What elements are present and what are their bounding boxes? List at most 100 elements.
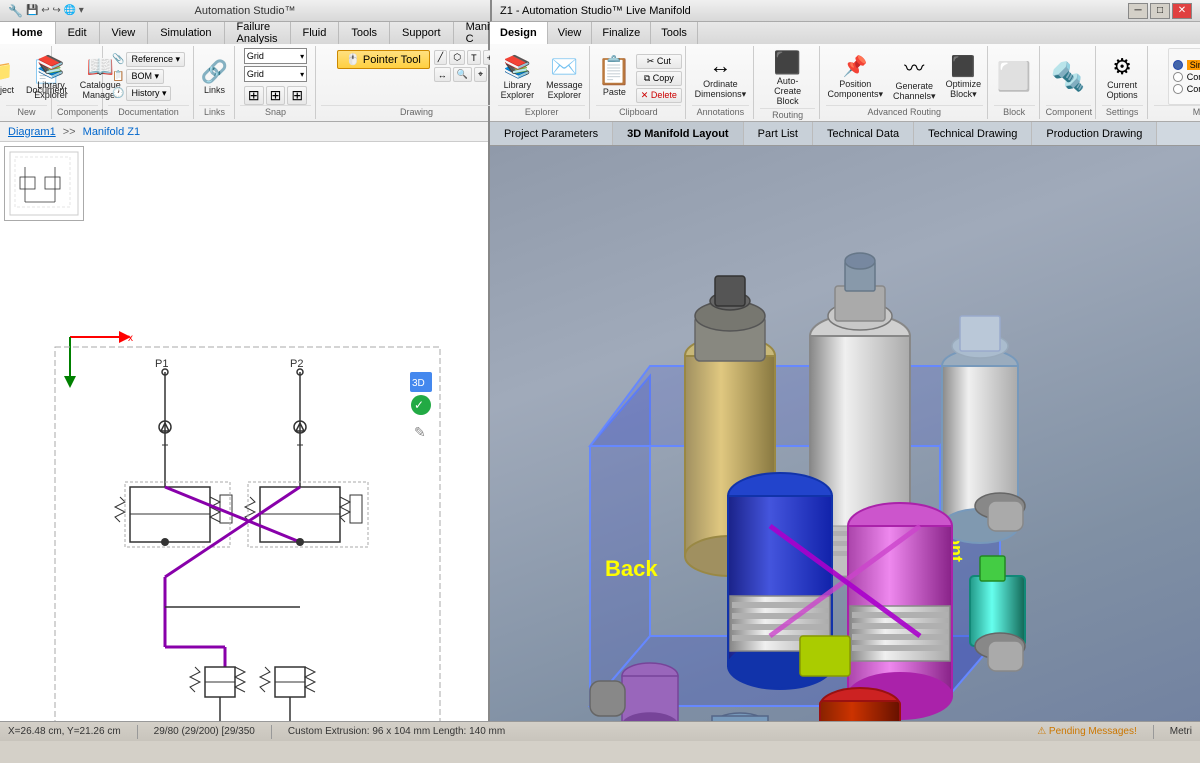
btn-draw1[interactable]: ╱: [434, 50, 447, 65]
breadcrumb: Diagram1 >> Manifold Z1: [0, 122, 488, 142]
tab-tools-right[interactable]: Tools: [651, 22, 698, 44]
right-subtabs[interactable]: Project Parameters 3D Manifold Layout Pa…: [490, 122, 1200, 146]
subtab-part-list[interactable]: Part List: [744, 122, 813, 145]
right-ribbon-tabs[interactable]: Design View Finalize Tools: [490, 22, 1200, 44]
status-sep2: [271, 725, 272, 739]
window-controls[interactable]: ─ □ ✕: [1128, 3, 1192, 19]
maximize-button[interactable]: □: [1150, 3, 1170, 19]
tab-simulation[interactable]: Simulation: [148, 22, 224, 44]
group-movement-type: Single (Default) Combined Combined - Tan…: [1150, 46, 1200, 119]
btn-project[interactable]: 📁 Project: [0, 57, 18, 97]
btn-position-components[interactable]: 📌 PositionComponents▾: [823, 52, 887, 102]
btn-links[interactable]: 🔗 Links: [197, 57, 233, 97]
bom-icon: 📋: [112, 71, 124, 82]
doc-row1: 📎 Reference ▾: [112, 52, 185, 67]
combo-arrow2: ▾: [300, 70, 304, 79]
history-icon: 🕐: [112, 88, 124, 99]
movement-tangential-label: Combined - Tangential: [1187, 84, 1200, 94]
group-explorer: 📚 LibraryExplorer ✉️ MessageExplorer Exp…: [494, 46, 590, 119]
btn-current-options[interactable]: ⚙ CurrentOptions: [1103, 52, 1142, 102]
radio-combined: [1173, 72, 1183, 82]
tab-support[interactable]: Support: [390, 22, 454, 44]
btn-ordinate-dim[interactable]: ↔ OrdinateDimensions▾: [691, 51, 751, 102]
right-panel: Design View Finalize Tools 📚 LibraryExpl…: [490, 22, 1200, 721]
schematic-canvas[interactable]: x P1 P2: [0, 142, 488, 721]
tab-edit[interactable]: Edit: [56, 22, 100, 44]
tab-failure-analysis[interactable]: Failure Analysis: [225, 22, 291, 44]
channels-icon: 〰: [904, 52, 924, 81]
btn-snap2[interactable]: ⊞: [266, 86, 286, 105]
btn-auto-create-block[interactable]: ⬛ Auto-CreateBlock: [760, 48, 815, 108]
quick-access-icon: 🔧: [8, 4, 23, 18]
btn-delete[interactable]: ✕ Delete: [636, 88, 682, 103]
tab-design[interactable]: Design: [490, 22, 548, 44]
project-icon: 📁: [0, 59, 14, 85]
subtab-project-params[interactable]: Project Parameters: [490, 122, 613, 145]
btn-snap3[interactable]: ⊞: [287, 86, 307, 105]
btn-draw2[interactable]: ⬡: [449, 50, 465, 65]
subtab-technical-data[interactable]: Technical Data: [813, 122, 914, 145]
btn-bom[interactable]: BOM ▾: [126, 69, 164, 84]
btn-lib-explorer-right[interactable]: 📚 LibraryExplorer: [497, 52, 539, 102]
group-drawing: 🖱️ Pointer Tool ╱ ⬡ T + ↔ 🔍: [317, 46, 517, 119]
paste-icon: 📋: [597, 54, 632, 87]
btn-draw6[interactable]: 🔍: [453, 67, 472, 82]
btn-copy[interactable]: ⧉ Copy: [636, 71, 682, 86]
svg-text:x: x: [128, 333, 133, 344]
svg-text:✎: ✎: [414, 424, 426, 440]
settings-icon: ⚙: [1112, 54, 1132, 80]
snap-grid-combo1[interactable]: Grid ▾: [244, 48, 307, 64]
btn-snap1[interactable]: ⊞: [244, 86, 264, 105]
movement-combined-tangential[interactable]: Combined - Tangential: [1173, 84, 1200, 94]
combo-arrow1: ▾: [300, 52, 304, 61]
movement-single[interactable]: Single (Default): [1173, 60, 1200, 70]
btn-draw7[interactable]: ⌖: [474, 67, 487, 82]
tab-tools-left[interactable]: Tools: [339, 22, 390, 44]
back-label: Back: [605, 556, 658, 581]
left-ribbon-tabs[interactable]: Home Edit View Simulation Failure Analys…: [0, 22, 488, 44]
btn-generate-channels[interactable]: 〰 GenerateChannels▾: [889, 50, 940, 104]
main-schematic-svg: x P1 P2: [0, 227, 488, 721]
lib-explorer-icon: 📚: [504, 54, 531, 80]
breadcrumb-diagram1[interactable]: Diagram1: [8, 126, 56, 138]
tab-fluid[interactable]: Fluid: [291, 22, 340, 44]
tab-home[interactable]: Home: [0, 22, 56, 44]
btn-reference[interactable]: Reference ▾: [126, 52, 185, 67]
tab-view[interactable]: View: [100, 22, 149, 44]
snap-grid-combo2[interactable]: Grid ▾: [244, 66, 307, 82]
btn-cut[interactable]: ✂ Cut: [636, 54, 682, 69]
btn-paste-right[interactable]: 📋 Paste: [595, 52, 634, 99]
subtab-production-drawing[interactable]: Production Drawing: [1032, 122, 1157, 145]
3d-scene-svg: Back Front: [490, 146, 1200, 721]
btn-optimize-block[interactable]: ⬛ OptimizeBlock▾: [942, 52, 986, 102]
svg-text:3D: 3D: [412, 378, 425, 389]
btn-library-explorer[interactable]: 📚 LibraryExplorer: [30, 52, 72, 102]
subtab-technical-drawing[interactable]: Technical Drawing: [914, 122, 1032, 145]
radio-tangential: [1173, 84, 1183, 94]
btn-msg-explorer[interactable]: ✉️ MessageExplorer: [542, 52, 587, 102]
group-snap: Grid ▾ Grid ▾ ⊞ ⊞ ⊞ Snap: [236, 46, 316, 119]
status-bar: X=26.48 cm, Y=21.26 cm 29/80 (29/200) [2…: [0, 721, 1200, 741]
viewport-3d[interactable]: Back Front: [490, 146, 1200, 721]
status-messages: ⚠ Pending Messages!: [1037, 726, 1137, 737]
minimize-button[interactable]: ─: [1128, 3, 1148, 19]
breadcrumb-manifold-z1: Manifold Z1: [83, 126, 140, 138]
links-icon: 🔗: [201, 59, 228, 85]
btn-draw5[interactable]: ↔: [434, 67, 451, 82]
subtab-3d-manifold[interactable]: 3D Manifold Layout: [613, 122, 743, 145]
close-button[interactable]: ✕: [1172, 3, 1192, 19]
svg-text:✓: ✓: [414, 398, 424, 412]
movement-combined[interactable]: Combined: [1173, 72, 1200, 82]
movement-single-label: Single (Default): [1187, 60, 1200, 70]
thumbnail-svg: [5, 147, 83, 220]
btn-draw3[interactable]: T: [467, 50, 481, 65]
btn-pointer-tool[interactable]: 🖱️ Pointer Tool: [337, 50, 430, 69]
btn-history[interactable]: History ▾: [126, 86, 171, 101]
group-routing: ⬛ Auto-CreateBlock Routing: [756, 46, 820, 119]
drawing-tools: ╱ ⬡ T + ↔ 🔍 ⌖: [434, 50, 496, 82]
tab-view-right[interactable]: View: [548, 22, 593, 44]
snap-buttons: ⊞ ⊞ ⊞: [244, 86, 307, 105]
group-components: 📚 LibraryExplorer 📖 CatalogueManager Com…: [53, 46, 103, 119]
tab-finalize[interactable]: Finalize: [592, 22, 651, 44]
group-component: 🔩 Component: [1042, 46, 1096, 119]
